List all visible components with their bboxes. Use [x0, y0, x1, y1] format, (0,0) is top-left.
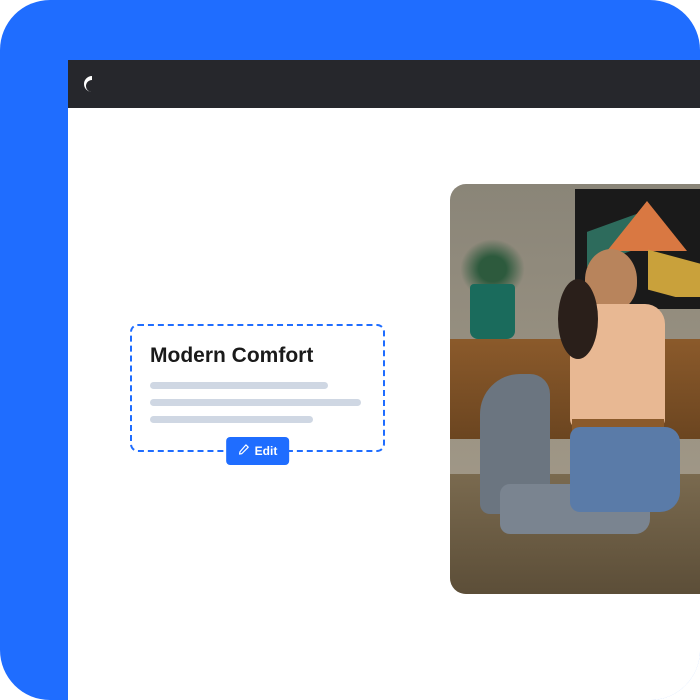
- pencil-icon: [238, 444, 249, 458]
- browser-header: [68, 60, 700, 108]
- brand-logo-icon: [82, 74, 102, 94]
- page-content: Modern Comfort Edit: [68, 108, 700, 700]
- text-placeholder-line: [150, 399, 361, 406]
- editable-text-block[interactable]: Modern Comfort Edit: [130, 324, 385, 452]
- hero-image: [450, 184, 700, 594]
- edit-button-label: Edit: [255, 444, 278, 458]
- edit-button[interactable]: Edit: [226, 437, 290, 465]
- text-placeholder-line: [150, 416, 313, 423]
- block-title: Modern Comfort: [150, 344, 365, 368]
- browser-window: Modern Comfort Edit: [68, 60, 700, 700]
- text-placeholder-line: [150, 382, 328, 389]
- promo-container: Modern Comfort Edit: [0, 0, 700, 700]
